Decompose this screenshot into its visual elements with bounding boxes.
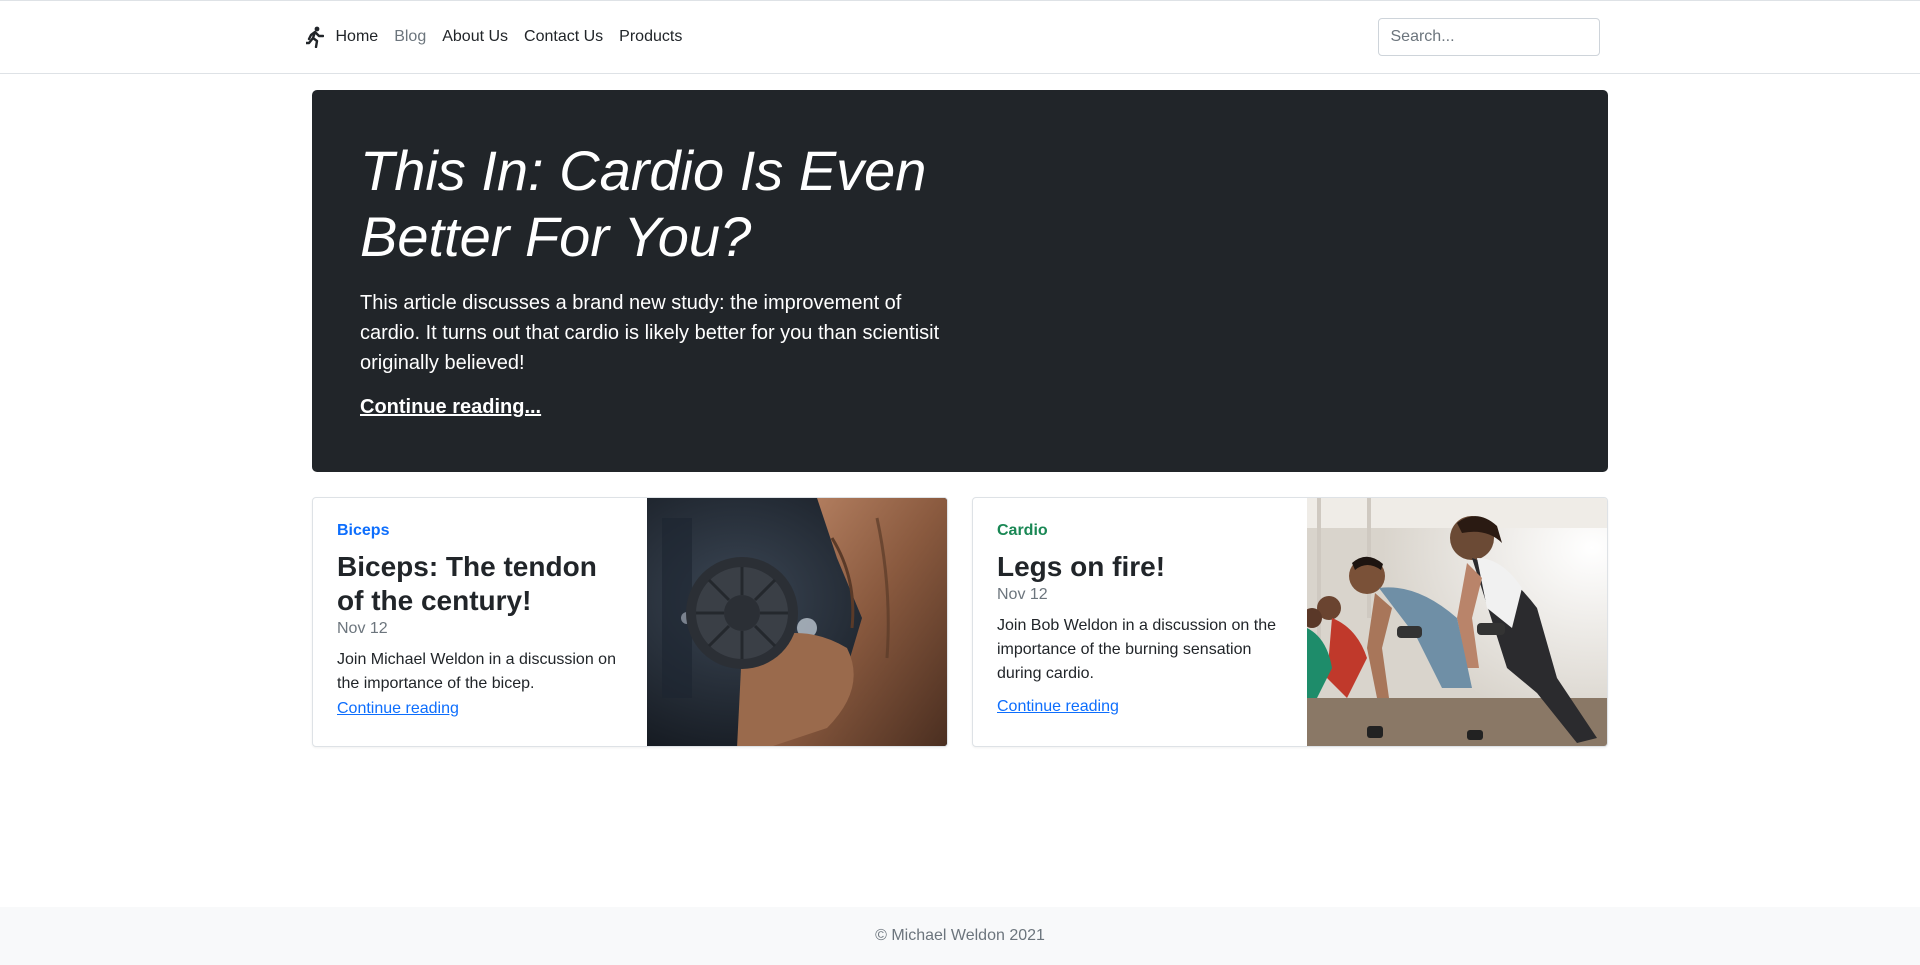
hero-continue-reading-link[interactable]: Continue reading... (360, 396, 541, 418)
search-input[interactable] (1377, 18, 1600, 56)
biceps-dumbbell-image (647, 498, 947, 746)
card-continue-reading-link[interactable]: Continue reading (997, 698, 1119, 715)
navbar: Home Blog About Us Contact Us Products (0, 0, 1920, 74)
article-card-biceps: Biceps Biceps: The tendon of the century… (312, 497, 948, 747)
running-person-icon[interactable] (305, 25, 325, 49)
card-body: Cardio Legs on fire! Nov 12 Join Bob Wel… (973, 498, 1307, 746)
group-workout-image (1307, 498, 1607, 746)
article-card-cardio: Cardio Legs on fire! Nov 12 Join Bob Wel… (972, 497, 1608, 747)
card-text: Join Michael Weldon in a discussion on t… (337, 651, 616, 692)
footer-copyright: © Michael Weldon 2021 (875, 927, 1045, 944)
hero-lead: This article discusses a brand new study… (360, 292, 940, 374)
navbar-inner: Home Blog About Us Contact Us Products (305, 1, 1616, 73)
card-date: Nov 12 (337, 620, 388, 637)
card-title: Legs on fire! (997, 551, 1166, 582)
nav-link-blog[interactable]: Blog (394, 28, 426, 46)
card-title: Biceps: The tendon of the century! (337, 551, 597, 616)
card-category: Biceps (337, 522, 390, 539)
card-body: Biceps Biceps: The tendon of the century… (313, 498, 647, 746)
nav-link-home[interactable]: Home (336, 28, 379, 46)
featured-article-hero: This In: Cardio Is Even Better For You? … (312, 90, 1608, 472)
card-category: Cardio (997, 522, 1048, 539)
nav-link-products[interactable]: Products (619, 28, 682, 46)
footer: © Michael Weldon 2021 (0, 907, 1920, 965)
hero-title: This In: Cardio Is Even Better For You? (360, 139, 927, 268)
nav-link-contact-us[interactable]: Contact Us (524, 28, 603, 46)
card-date: Nov 12 (997, 586, 1048, 603)
card-text: Join Bob Weldon in a discussion on the i… (997, 617, 1276, 682)
card-continue-reading-link[interactable]: Continue reading (337, 700, 459, 717)
nav-link-about-us[interactable]: About Us (442, 28, 508, 46)
